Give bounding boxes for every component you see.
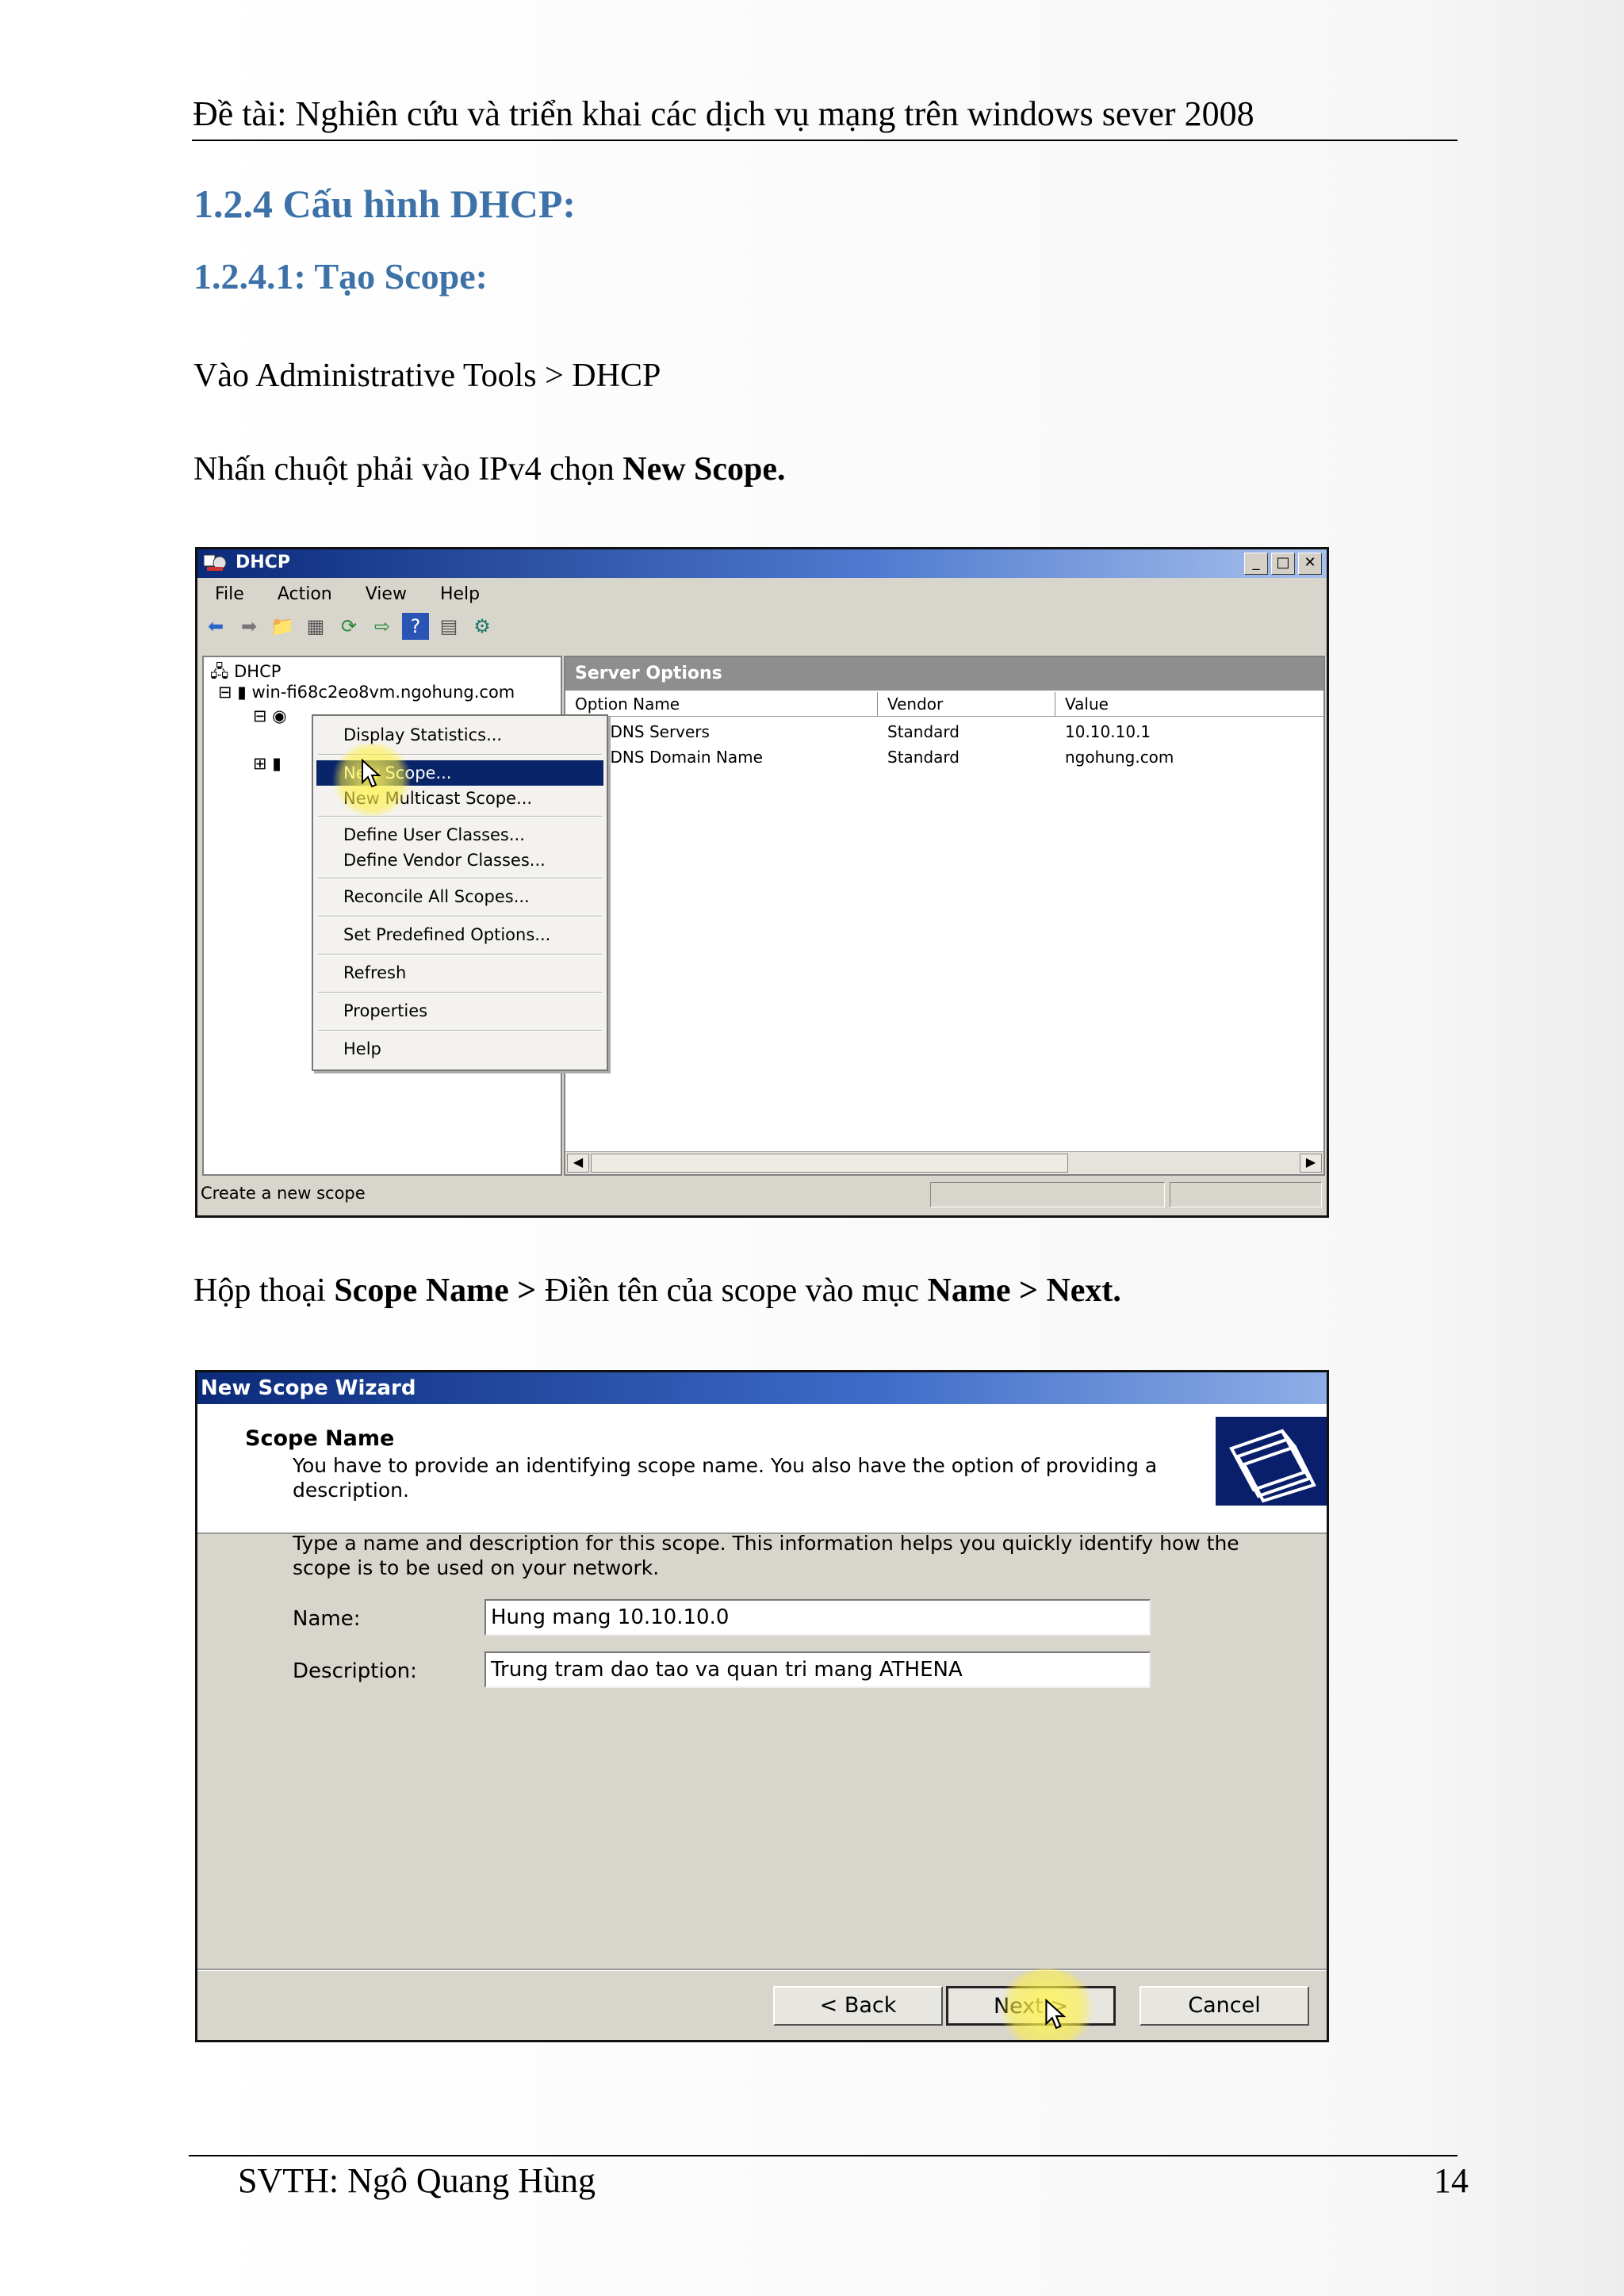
menu-item-display-statistics[interactable]: Display Statistics... bbox=[343, 725, 502, 744]
menu-help[interactable]: Help bbox=[440, 584, 480, 604]
help-icon[interactable]: ? bbox=[402, 613, 429, 640]
back-button[interactable]: < Back bbox=[773, 1986, 943, 2026]
scroll-right-icon[interactable]: ▶ bbox=[1300, 1154, 1322, 1173]
mouse-pointer-icon bbox=[362, 759, 381, 788]
wizard-page-title: Scope Name bbox=[245, 1426, 395, 1451]
minimize-button[interactable]: _ bbox=[1244, 553, 1268, 575]
scope-name-field[interactable]: Hung mang 10.10.10.0 bbox=[485, 1599, 1151, 1636]
wizard-header: Scope Name You have to provide an identi… bbox=[197, 1404, 1327, 1534]
toolbar: ⬅ ➡ 📁 ▦ ⟳ ⇨? ▤ ⚙ bbox=[202, 613, 502, 646]
column-headers: Option Name Vendor Value bbox=[565, 692, 1323, 717]
table-cell: 10.10.10.1 bbox=[1065, 722, 1151, 741]
header-rule bbox=[192, 140, 1457, 141]
scope-description-field[interactable]: Trung tram dao tao va quan tri mang ATHE… bbox=[485, 1651, 1151, 1688]
wizard-page-description: You have to provide an identifying scope… bbox=[293, 1454, 1158, 1502]
cancel-button[interactable]: Cancel bbox=[1139, 1986, 1309, 2026]
wizard-instructions: Type a name and description for this sco… bbox=[293, 1532, 1239, 1579]
server-icon: ▮ bbox=[237, 683, 247, 702]
show-tree-icon[interactable]: ▦ bbox=[302, 613, 329, 640]
menu-item-properties[interactable]: Properties bbox=[343, 1001, 427, 1020]
page-number: 14 bbox=[1434, 2161, 1469, 2200]
wizard-divider bbox=[197, 1969, 1327, 1971]
page-header: Đề tài: Nghiên cứu và triển khai các dịc… bbox=[193, 94, 1254, 133]
horizontal-scrollbar[interactable]: ◀ ▶ bbox=[565, 1151, 1323, 1174]
new-scope-wizard-screenshot: New Scope Wizard Scope Name You have to … bbox=[195, 1370, 1329, 2042]
section-heading: 1.2.4 Cấu hình DHCP: bbox=[193, 182, 576, 226]
menu-file[interactable]: File bbox=[215, 584, 244, 604]
menu-item-define-vendor-classes[interactable]: Define Vendor Classes... bbox=[343, 851, 546, 870]
menu-view[interactable]: View bbox=[366, 584, 407, 604]
refresh-icon[interactable]: ⟳ bbox=[335, 613, 362, 640]
dhcp-app-icon bbox=[203, 554, 227, 571]
name-label: Name: bbox=[293, 1607, 361, 1631]
paragraph-scope-name: Hộp thoại Scope Name > Điền tên của scop… bbox=[193, 1272, 1121, 1309]
description-label: Description: bbox=[293, 1659, 417, 1683]
ipv4-icon: ◉ bbox=[272, 706, 287, 725]
paragraph-admin-tools: Vào Administrative Tools > DHCP bbox=[193, 358, 661, 394]
back-arrow-icon[interactable]: ⬅ bbox=[202, 613, 229, 640]
tree-server[interactable]: ⊟ ▮ win-fi68c2eo8vm.ngohung.com bbox=[218, 683, 515, 702]
menu-item-define-user-classes[interactable]: Define User Classes... bbox=[343, 825, 525, 844]
collapse-icon: ⊟ bbox=[253, 706, 267, 725]
column-vendor[interactable]: Vendor bbox=[878, 692, 1055, 716]
column-value[interactable]: Value bbox=[1055, 692, 1323, 716]
expand-icon: ⊞ bbox=[253, 754, 267, 773]
footer-author: SVTH: Ngô Quang Hùng bbox=[238, 2161, 596, 2200]
menu-item-refresh[interactable]: Refresh bbox=[343, 963, 406, 982]
maximize-button[interactable]: □ bbox=[1271, 553, 1295, 575]
tree-ipv4[interactable]: ⊟ ◉ bbox=[253, 706, 287, 725]
up-folder-icon[interactable]: 📁 bbox=[269, 613, 296, 640]
properties-icon[interactable]: ▤ bbox=[435, 613, 462, 640]
table-cell: Standard bbox=[887, 748, 959, 767]
dhcp-root-icon: 🖧 bbox=[210, 662, 229, 681]
export-list-icon[interactable]: ⇨ bbox=[369, 613, 396, 640]
table-cell: ngohung.com bbox=[1065, 748, 1174, 767]
menu-bar: File Action View Help bbox=[197, 580, 1327, 610]
tree-ipv6[interactable]: ⊞ ▮ bbox=[253, 754, 282, 773]
authorize-icon[interactable]: ⚙ bbox=[469, 613, 496, 640]
close-button[interactable]: ✕ bbox=[1298, 553, 1322, 575]
scroll-thumb[interactable] bbox=[591, 1154, 1068, 1173]
table-cell: Standard bbox=[887, 722, 959, 741]
collapse-icon: ⊟ bbox=[218, 683, 232, 702]
subsection-heading: 1.2.4.1: Tạo Scope: bbox=[193, 256, 488, 297]
dhcp-title-bar: DHCP _ □ ✕ bbox=[197, 549, 1327, 578]
wizard-title: New Scope Wizard bbox=[201, 1376, 416, 1400]
menu-item-reconcile-all-scopes[interactable]: Reconcile All Scopes... bbox=[343, 887, 530, 906]
details-pane: Server Options Option Name Vendor Value … bbox=[564, 656, 1325, 1176]
status-text: Create a new scope bbox=[201, 1184, 366, 1203]
menu-item-set-predefined-options[interactable]: Set Predefined Options... bbox=[343, 925, 550, 944]
dhcp-window-title: DHCP bbox=[236, 553, 290, 572]
status-bar: Create a new scope bbox=[197, 1176, 1327, 1211]
column-option-name[interactable]: Option Name bbox=[565, 692, 878, 716]
forward-arrow-icon[interactable]: ➡ bbox=[236, 613, 262, 640]
paragraph-new-scope: Nhấn chuột phải vào IPv4 chọn New Scope. bbox=[193, 451, 786, 488]
window-controls: _ □ ✕ bbox=[1241, 553, 1322, 575]
wizard-title-bar: New Scope Wizard bbox=[197, 1372, 1327, 1404]
mouse-pointer-icon bbox=[1045, 1999, 1067, 2030]
pane-title: Server Options bbox=[565, 657, 1323, 691]
ipv6-icon: ▮ bbox=[272, 754, 282, 773]
menu-item-help[interactable]: Help bbox=[343, 1039, 381, 1058]
footer-rule bbox=[189, 2155, 1457, 2156]
folders-icon bbox=[1216, 1417, 1327, 1506]
menu-action[interactable]: Action bbox=[278, 584, 332, 604]
dhcp-window-screenshot: DHCP _ □ ✕ File Action View Help ⬅ ➡ 📁 ▦ ⟳ ⇨? ▤ ⚙ 🖧 … bbox=[195, 547, 1329, 1218]
scroll-left-icon[interactable]: ◀ bbox=[567, 1154, 589, 1173]
